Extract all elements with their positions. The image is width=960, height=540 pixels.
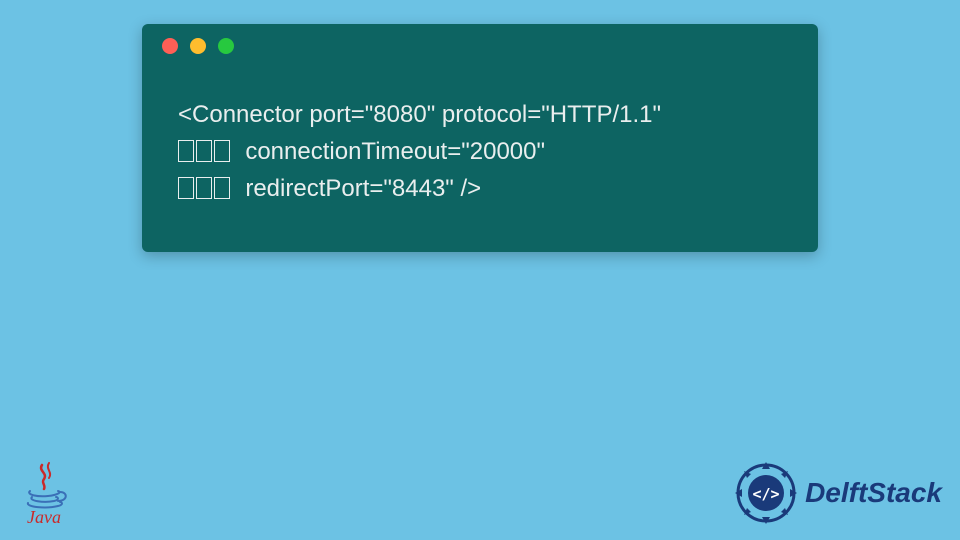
placeholder-glyph-icon [178,177,194,199]
brand-logo: </> DelftStack [733,460,942,526]
placeholder-glyph-icon [214,140,230,162]
placeholder-glyph-icon [214,177,230,199]
placeholder-glyph-icon [196,140,212,162]
window-title-bar [142,24,818,68]
code-window: <Connector port="8080" protocol="HTTP/1.… [142,24,818,252]
java-logo-text: Java [18,507,70,528]
svg-text:</>: </> [753,485,780,503]
maximize-icon [218,38,234,54]
minimize-icon [190,38,206,54]
code-line-3: redirectPort="8443" /> [232,175,481,202]
code-line-1: <Connector port="8080" protocol="HTTP/1.… [178,101,661,128]
code-block: <Connector port="8080" protocol="HTTP/1.… [142,68,818,252]
delftstack-badge-icon: </> [733,460,799,526]
code-line-2: connectionTimeout="20000" [232,138,545,165]
placeholder-glyph-icon [178,140,194,162]
close-icon [162,38,178,54]
placeholder-glyph-icon [196,177,212,199]
java-logo-icon: Java [18,461,70,528]
brand-text: DelftStack [805,477,942,509]
